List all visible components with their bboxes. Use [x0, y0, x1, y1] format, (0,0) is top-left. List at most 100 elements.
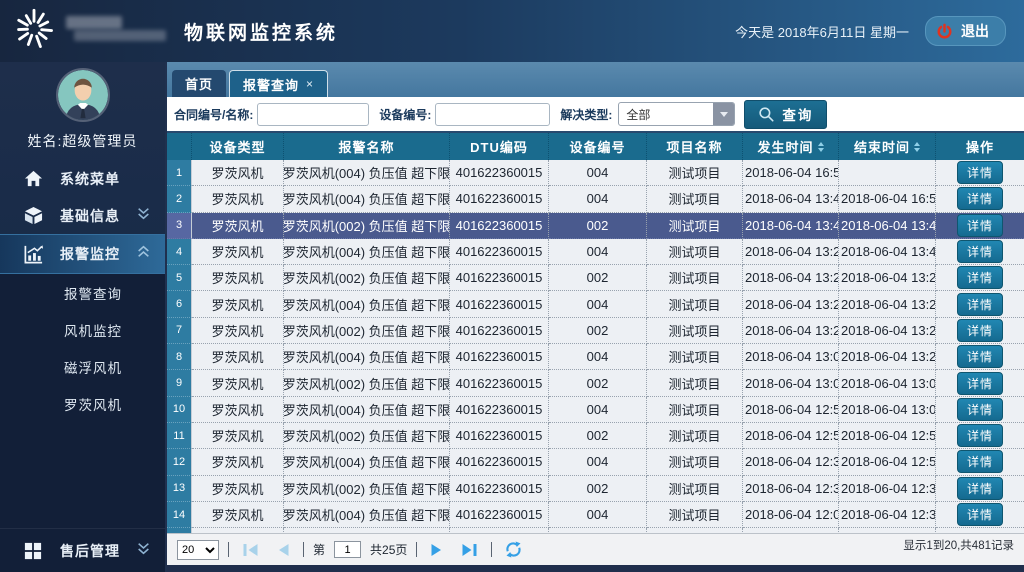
- cell-actions: 详情: [936, 265, 1024, 291]
- next-page-button[interactable]: [426, 542, 448, 558]
- cell-start-time: 2018-06-04 12:5: [743, 397, 839, 423]
- cell-project-name: 测试项目: [647, 265, 743, 291]
- cell-end-time: 2018-06-04 13:0: [839, 370, 936, 396]
- cell-dtu-code: 401622360015: [450, 291, 549, 317]
- previous-page-button[interactable]: [272, 542, 294, 558]
- cell-dtu-code: 401622360015: [450, 370, 549, 396]
- sidebar-item-label: 基础信息: [60, 206, 120, 226]
- table-row[interactable]: 3 罗茨风机 罗茨风机(002) 负压值 超下限 401622360015 00…: [167, 213, 1024, 239]
- table-row[interactable]: 6 罗茨风机 罗茨风机(004) 负压值 超下限 401622360015 00…: [167, 291, 1024, 317]
- select-dropdown-button[interactable]: [713, 103, 734, 125]
- cell-dtu-code: 401622360015: [450, 160, 549, 186]
- cell-end-time: 2018-06-04 12:5: [839, 449, 936, 475]
- close-icon[interactable]: ×: [306, 77, 314, 91]
- table-row[interactable]: 5 罗茨风机 罗茨风机(002) 负压值 超下限 401622360015 00…: [167, 265, 1024, 291]
- detail-button[interactable]: 详情: [957, 214, 1003, 237]
- table-row[interactable]: 2 罗茨风机 罗茨风机(004) 负压值 超下限 401622360015 00…: [167, 186, 1024, 212]
- search-icon: [758, 106, 775, 123]
- solution-type-select[interactable]: 全部: [618, 102, 735, 126]
- contract-input[interactable]: [257, 103, 369, 126]
- sidebar-item-alarm-monitor[interactable]: 报警监控: [0, 234, 165, 274]
- table-row[interactable]: 10 罗茨风机 罗茨风机(004) 负压值 超下限 401622360015 0…: [167, 397, 1024, 423]
- cell-alarm-name: 罗茨风机(004) 负压值 超下限: [284, 344, 450, 370]
- tab-home[interactable]: 首页: [172, 70, 226, 97]
- cell-alarm-name: 罗茨风机(004) 负压值 超下限: [284, 239, 450, 265]
- query-button[interactable]: 查询: [744, 100, 827, 129]
- cell-dtu-code: 401622360015: [450, 239, 549, 265]
- detail-button[interactable]: 详情: [957, 372, 1003, 395]
- cell-actions: 详情: [936, 318, 1024, 344]
- detail-button[interactable]: 详情: [957, 477, 1003, 500]
- cell-start-time: 2018-06-04 13:2: [743, 265, 839, 291]
- table-row[interactable]: 8 罗茨风机 罗茨风机(004) 负压值 超下限 401622360015 00…: [167, 344, 1024, 370]
- cell-end-time: 2018-06-04 13:4: [839, 239, 936, 265]
- table-row[interactable]: 13 罗茨风机 罗茨风机(002) 负压值 超下限 401622360015 0…: [167, 476, 1024, 502]
- sort-icon[interactable]: [818, 142, 824, 152]
- sidebar-item-system-menu[interactable]: 系统菜单: [0, 160, 165, 197]
- sidebar-item-basic-info[interactable]: 基础信息: [0, 197, 165, 234]
- cell-actions: 详情: [936, 239, 1024, 265]
- detail-button[interactable]: 详情: [957, 293, 1003, 316]
- cell-alarm-name: 罗茨风机(002) 负压值 超下限: [284, 318, 450, 344]
- table-row[interactable]: 9 罗茨风机 罗茨风机(002) 负压值 超下限 401622360015 00…: [167, 370, 1024, 396]
- cell-project-name: 测试项目: [647, 370, 743, 396]
- sidebar-item-maglev-fan[interactable]: 磁浮风机: [0, 348, 165, 385]
- divider: [303, 542, 304, 557]
- detail-button[interactable]: 详情: [957, 319, 1003, 342]
- detail-button[interactable]: 详情: [957, 450, 1003, 473]
- cell-dtu-code: 401622360015: [450, 318, 549, 344]
- cell-project-name: 测试项目: [647, 449, 743, 475]
- col-project-name: 项目名称: [647, 133, 743, 160]
- first-page-button[interactable]: [238, 542, 263, 558]
- detail-button[interactable]: 详情: [957, 266, 1003, 289]
- row-number: 13: [167, 476, 192, 502]
- detail-button[interactable]: 详情: [957, 345, 1003, 368]
- sidebar-item-roots-fan[interactable]: 罗茨风机: [0, 385, 165, 422]
- last-page-button[interactable]: [457, 542, 482, 558]
- cell-device-type: 罗茨风机: [192, 265, 284, 291]
- table-row[interactable]: 7 罗茨风机 罗茨风机(002) 负压值 超下限 401622360015 00…: [167, 318, 1024, 344]
- divider: [491, 542, 492, 557]
- page-size-select[interactable]: 20: [177, 540, 219, 560]
- table-row[interactable]: 12 罗茨风机 罗茨风机(004) 负压值 超下限 401622360015 0…: [167, 449, 1024, 475]
- logout-button[interactable]: 退出: [925, 16, 1006, 46]
- sidebar-item-aftersales[interactable]: 售后管理: [0, 528, 165, 572]
- cell-actions: 详情: [936, 476, 1024, 502]
- table-row[interactable]: 11 罗茨风机 罗茨风机(002) 负压值 超下限 401622360015 0…: [167, 423, 1024, 449]
- col-alarm-name: 报警名称: [284, 133, 450, 160]
- col-actions: 操作: [936, 133, 1024, 160]
- detail-button[interactable]: 详情: [957, 503, 1003, 526]
- row-number: 5: [167, 265, 192, 291]
- home-icon: [22, 169, 44, 188]
- col-label: 结束时间: [854, 137, 910, 156]
- page-number-input[interactable]: [334, 541, 361, 558]
- device-number-input[interactable]: [435, 103, 550, 126]
- cell-project-name: 测试项目: [647, 344, 743, 370]
- cell-end-time: 2018-06-04 13:0: [839, 397, 936, 423]
- refresh-button[interactable]: [501, 541, 526, 558]
- table-row[interactable]: 4 罗茨风机 罗茨风机(004) 负压值 超下限 401622360015 00…: [167, 239, 1024, 265]
- col-start-time[interactable]: 发生时间: [743, 133, 839, 160]
- detail-button[interactable]: 详情: [957, 187, 1003, 210]
- col-device-number: 设备编号: [549, 133, 647, 160]
- col-end-time[interactable]: 结束时间: [839, 133, 936, 160]
- chevron-down-icon: [136, 541, 151, 561]
- sidebar-item-alarm-query[interactable]: 报警查询: [0, 274, 165, 311]
- select-value: 全部: [619, 103, 713, 125]
- cell-project-name: 测试项目: [647, 160, 743, 186]
- cell-device-type: 罗茨风机: [192, 344, 284, 370]
- detail-button[interactable]: 详情: [957, 398, 1003, 421]
- detail-button[interactable]: 详情: [957, 161, 1003, 184]
- row-number: 12: [167, 449, 192, 475]
- tab-alarm-query[interactable]: 报警查询 ×: [229, 70, 328, 97]
- sort-icon[interactable]: [914, 142, 920, 152]
- cell-end-time: 2018-06-04 12:3: [839, 476, 936, 502]
- detail-button[interactable]: 详情: [957, 240, 1003, 263]
- sidebar-item-fan-monitor[interactable]: 风机监控: [0, 311, 165, 348]
- cell-device-type: 罗茨风机: [192, 239, 284, 265]
- cell-device-number: 004: [549, 160, 647, 186]
- table-row[interactable]: 1 罗茨风机 罗茨风机(004) 负压值 超下限 401622360015 00…: [167, 160, 1024, 186]
- table-row[interactable]: 14 罗茨风机 罗茨风机(004) 负压值 超下限 401622360015 0…: [167, 502, 1024, 528]
- detail-button[interactable]: 详情: [957, 424, 1003, 447]
- cell-device-number: 004: [549, 344, 647, 370]
